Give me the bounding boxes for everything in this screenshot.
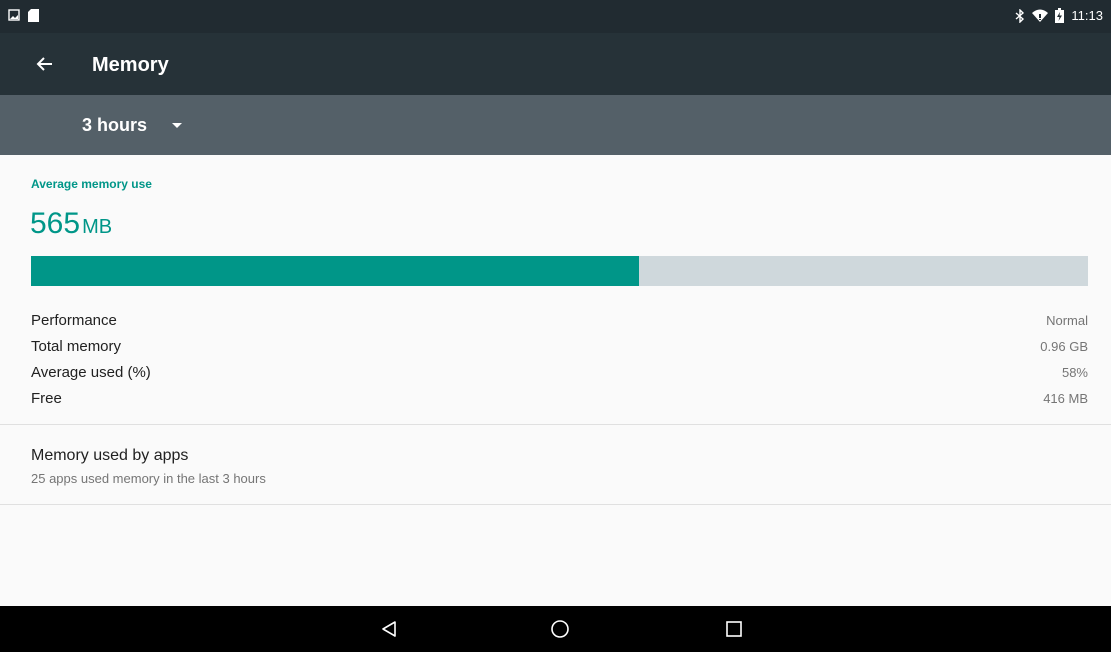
stat-value: 0.96 GB: [1040, 338, 1088, 354]
average-memory-value: 565 MB: [30, 207, 112, 241]
stat-row-performance: Performance Normal: [31, 307, 1088, 333]
memory-stats: Performance Normal Total memory 0.96 GB …: [31, 307, 1088, 411]
status-time: 11:13: [1071, 8, 1103, 23]
navigation-bar: [0, 606, 1111, 652]
stat-label: Total memory: [31, 337, 122, 355]
stat-label: Free: [31, 389, 62, 407]
stat-label: Average used (%): [31, 363, 151, 381]
average-memory-number: 565: [30, 207, 81, 240]
nav-home-button[interactable]: [546, 615, 574, 643]
divider: [0, 504, 1111, 505]
period-selector-bar: 3 hours: [0, 95, 1111, 155]
stat-label: Performance: [31, 311, 117, 329]
stat-row-free: Free 416 MB: [31, 385, 1088, 411]
stat-row-average-used: Average used (%) 58%: [31, 359, 1088, 385]
nav-recents-button[interactable]: [720, 615, 748, 643]
memory-usage-fill: [31, 256, 639, 286]
bluetooth-icon: [1015, 8, 1025, 23]
period-dropdown[interactable]: 3 hours: [82, 112, 183, 138]
period-dropdown-value: 3 hours: [82, 114, 148, 135]
stat-value: Normal: [1046, 312, 1088, 328]
status-system: 11:13: [1015, 8, 1103, 23]
battery-charging-icon: [1055, 8, 1065, 23]
arrow-back-icon: [36, 57, 52, 71]
app-bar: Memory: [0, 33, 1111, 95]
sd-card-icon: [28, 9, 39, 22]
image-notification-icon: [8, 9, 20, 21]
stat-value: 58%: [1061, 364, 1088, 380]
average-memory-label: Average memory use: [31, 177, 152, 191]
home-icon: [551, 620, 569, 638]
memory-used-by-apps-item[interactable]: Memory used by apps 25 apps used memory …: [0, 425, 1111, 504]
nav-back-button[interactable]: [375, 615, 403, 643]
apps-item-title: Memory used by apps: [31, 447, 189, 464]
back-button[interactable]: [33, 52, 57, 76]
status-notifications: [8, 9, 39, 22]
memory-usage-bar: [31, 256, 1088, 286]
status-bar: 11:13: [0, 0, 1111, 33]
stat-value: 416 MB: [1043, 390, 1088, 406]
wifi-icon: [1032, 9, 1049, 22]
stat-row-total-memory: Total memory 0.96 GB: [31, 333, 1088, 359]
average-memory-unit: MB: [82, 216, 113, 238]
recents-icon: [726, 621, 742, 637]
page-title: Memory: [92, 54, 169, 76]
caret-down-icon: [172, 122, 183, 128]
apps-item-subtitle: 25 apps used memory in the last 3 hours: [31, 471, 266, 486]
back-icon: [382, 621, 396, 637]
